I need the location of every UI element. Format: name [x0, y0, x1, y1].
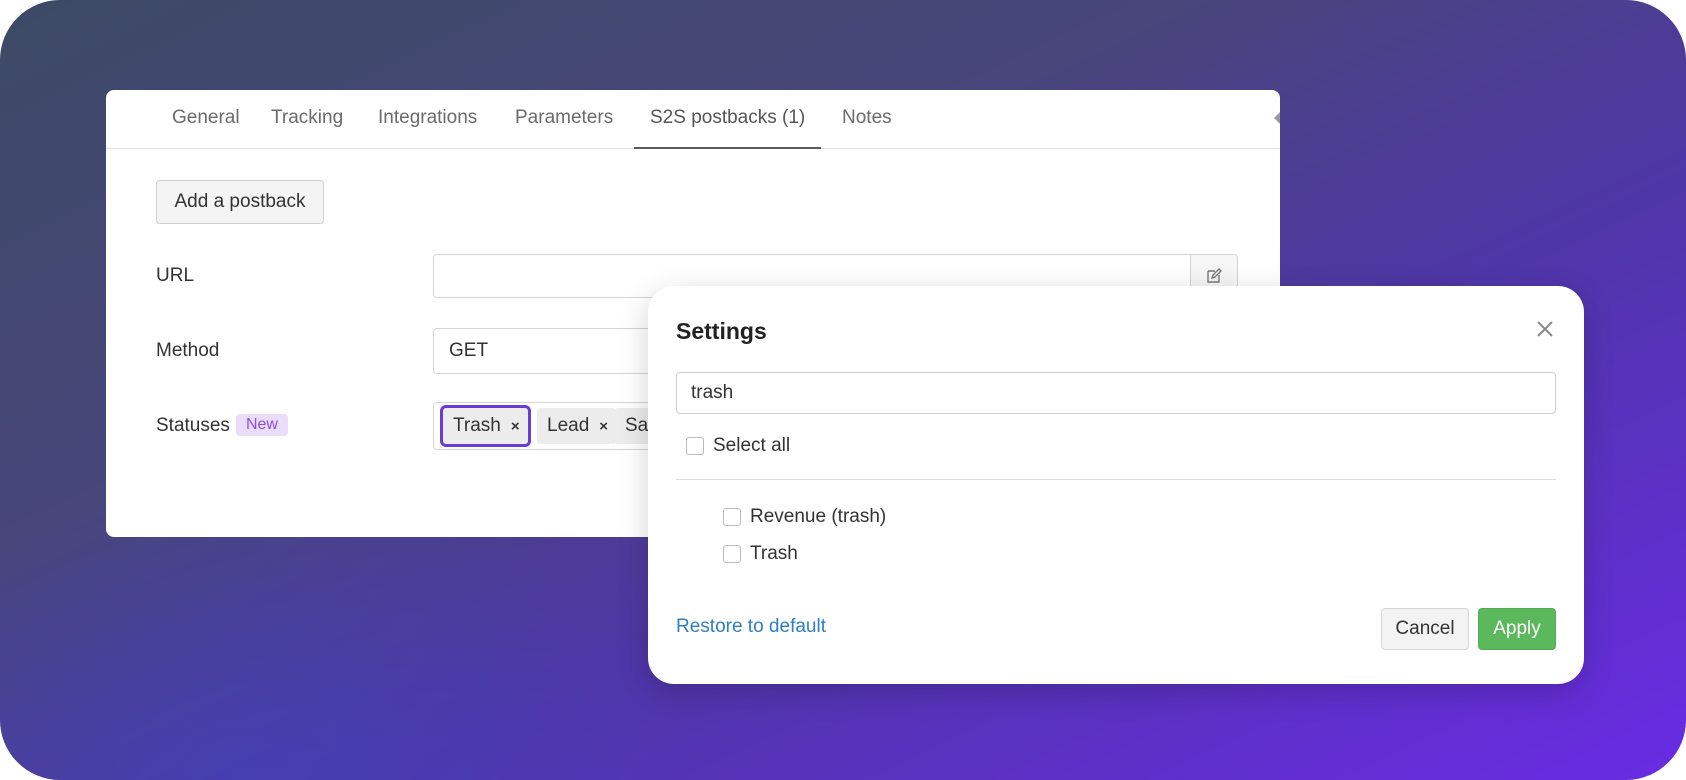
tab-integrations[interactable]: Integrations — [378, 107, 477, 147]
restore-default-link[interactable]: Restore to default — [676, 616, 826, 638]
cancel-button[interactable]: Cancel — [1381, 608, 1469, 650]
tab-tracking[interactable]: Tracking — [271, 107, 343, 147]
tab-notes[interactable]: Notes — [842, 107, 892, 147]
divider — [676, 479, 1556, 480]
chip-remove-icon[interactable]: × — [511, 418, 520, 435]
option-label-revenue-trash[interactable]: Revenue (trash) — [750, 506, 886, 528]
option-label-trash[interactable]: Trash — [750, 543, 798, 565]
option-checkbox-trash[interactable] — [723, 545, 741, 563]
add-postback-button[interactable]: Add a postback — [156, 180, 324, 224]
apply-button[interactable]: Apply — [1478, 608, 1556, 650]
collapse-arrow-icon[interactable] — [1274, 112, 1280, 124]
modal-title: Settings — [676, 318, 767, 344]
tab-bar: General Tracking Integrations Parameters… — [106, 90, 1280, 149]
tab-parameters[interactable]: Parameters — [515, 107, 613, 147]
statuses-label-text: Statuses — [156, 415, 230, 436]
method-label: Method — [156, 340, 220, 361]
select-all-checkbox[interactable] — [686, 437, 704, 455]
status-chip-trash[interactable]: Trash × — [443, 408, 528, 444]
settings-modal: Settings trash Select all Revenue (trash… — [648, 286, 1584, 684]
select-all-label[interactable]: Select all — [713, 435, 790, 457]
tab-general[interactable]: General — [172, 107, 240, 147]
close-icon[interactable] — [1532, 316, 1558, 342]
chip-remove-icon[interactable]: × — [599, 418, 608, 435]
url-label: URL — [156, 265, 195, 286]
background-frame: General Tracking Integrations Parameters… — [0, 0, 1686, 780]
statuses-label: Statuses New — [156, 414, 288, 437]
chip-label: Trash — [453, 415, 501, 436]
new-badge: New — [235, 414, 288, 436]
status-chip-lead[interactable]: Lead × — [537, 408, 617, 444]
chip-label: Sa — [625, 415, 649, 436]
search-input[interactable]: trash — [676, 372, 1556, 414]
chip-label: Lead — [547, 415, 590, 436]
edit-icon — [1207, 268, 1222, 283]
tab-s2s-postbacks[interactable]: S2S postbacks (1) — [634, 107, 822, 149]
option-checkbox-revenue-trash[interactable] — [723, 508, 741, 526]
